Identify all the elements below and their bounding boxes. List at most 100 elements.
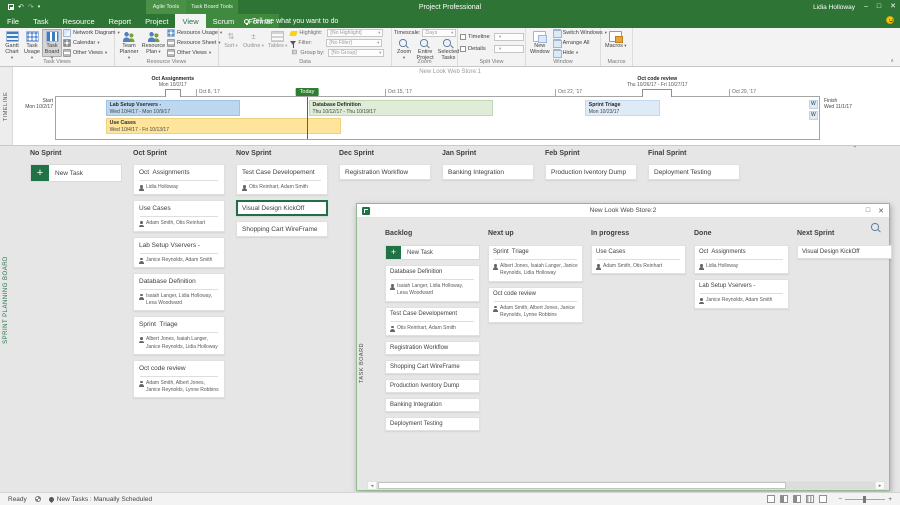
task-card[interactable]: Deployment Testing <box>648 164 740 180</box>
scroll-right-icon[interactable]: ▸ <box>875 482 884 489</box>
resource-plan-button[interactable]: Resource Plan <box>141 29 166 57</box>
task-card[interactable]: Registration Workflow <box>339 164 431 180</box>
timeline-checkbox[interactable] <box>460 34 466 40</box>
task-card[interactable]: Production Iventory Dump <box>545 164 637 180</box>
task-card[interactable]: Registration Workflow <box>385 341 480 355</box>
task-card[interactable]: Database DefinitionIsaiah Langer, Lidia … <box>133 273 225 312</box>
minimize-button[interactable]: – <box>864 0 868 14</box>
task-card[interactable]: Banking Integration <box>442 164 534 180</box>
timescale-select[interactable]: Days <box>422 29 456 37</box>
ribbon-group-body: TimelineDetails <box>458 28 525 58</box>
timeline-milestone[interactable]: Oct code reviewThu 10/26/17 - Fri 10/27/… <box>627 76 688 88</box>
tab-resource[interactable]: Resource <box>56 14 102 28</box>
gantt-chart-button[interactable]: Gantt Chart <box>2 29 22 57</box>
undo-icon[interactable]: ↶ <box>18 3 24 11</box>
new-task-button[interactable]: +New Task <box>385 245 480 260</box>
macros-button[interactable]: Macros <box>603 29 629 57</box>
task-card[interactable]: Banking Integration <box>385 398 480 412</box>
task-card[interactable]: Visual Design KickOff <box>797 245 892 259</box>
horizontal-scrollbar[interactable]: ◂ ▸ <box>367 481 885 490</box>
scrollbar-thumb[interactable] <box>378 482 786 489</box>
task-board-button[interactable]: Task Board <box>42 29 62 57</box>
view-sheet-icon[interactable] <box>806 495 814 503</box>
team-planner-button[interactable]: Team Planner <box>117 29 141 57</box>
filter-select[interactable]: [No Filter] <box>326 39 382 47</box>
task-card[interactable]: Lab Setup Vservers -Janice Reynolds, Ada… <box>133 237 225 268</box>
accessibility-icon[interactable] <box>35 496 41 502</box>
feedback-smiley-icon[interactable] <box>886 16 894 24</box>
task-usage-button[interactable]: Task Usage <box>22 29 42 57</box>
task-card[interactable]: Shopping Cart WireFrame <box>385 360 480 374</box>
tab-file[interactable]: File <box>0 14 26 28</box>
view-task-usage-icon[interactable] <box>780 495 788 503</box>
timeline-band[interactable]: Oct 8, '17Oct 15, '17Oct 22, '17Oct 29, … <box>55 96 820 140</box>
network-diagram-button[interactable]: Network Diagram <box>63 29 120 38</box>
zoom-in-icon[interactable]: + <box>888 496 892 503</box>
task-card[interactable]: Oct code reviewAdam Smith, Albert Jones,… <box>133 360 225 399</box>
switch-windows-button[interactable]: Switch Windows <box>553 29 607 38</box>
new-tasks-mode[interactable]: New Tasks : Manually Scheduled <box>49 496 152 503</box>
zoom-slider[interactable] <box>845 499 885 500</box>
group-by-select[interactable]: [No Group] <box>328 49 384 57</box>
scrollbar-track[interactable] <box>377 482 875 489</box>
timeline-bar-lab-setup-vservers[interactable]: Lab Setup Vservers -Wed 10/4/17 - Mon 10… <box>106 100 240 116</box>
timeline-bar-database-definition[interactable]: Database DefinitionThu 10/12/17 - Thu 10… <box>309 100 494 116</box>
overlay-close-button[interactable]: ✕ <box>878 207 884 215</box>
details-select[interactable] <box>494 45 524 53</box>
sort-button[interactable]: ⇅Sort <box>221 29 241 57</box>
redo-icon[interactable]: ↷ <box>28 3 34 11</box>
tell-me-box[interactable]: Tell me what you want to do <box>236 14 346 28</box>
task-card[interactable]: Visual Design KickOff <box>236 200 328 216</box>
overlay-maximize-button[interactable]: □ <box>866 207 870 215</box>
save-icon[interactable] <box>8 4 14 10</box>
view-gantt-icon[interactable] <box>767 495 775 503</box>
outline-button[interactable]: ±Outline <box>241 29 266 57</box>
tab-task[interactable]: Task <box>26 14 55 28</box>
tab-view[interactable]: View <box>175 14 205 28</box>
new-window-button[interactable]: New Window <box>528 29 552 57</box>
maximize-button[interactable]: □ <box>877 0 881 14</box>
task-card[interactable]: Use CasesAdam Smith, Otis Reinhart <box>591 245 686 274</box>
collapse-ribbon-icon[interactable]: ∧ <box>890 58 894 64</box>
task-card[interactable]: Use CasesAdam Smith, Otis Reinhart <box>133 200 225 231</box>
task-card[interactable]: Deployment Testing <box>385 417 480 431</box>
tables-button[interactable]: Tables <box>266 29 289 57</box>
task-card[interactable]: Shopping Cart WireFrame <box>236 221 328 237</box>
task-card[interactable]: Lab Setup Vservers -Janice Reynolds, Ada… <box>694 279 789 308</box>
highlight-select[interactable]: [No Highlight] <box>327 29 383 37</box>
close-button[interactable]: ✕ <box>890 0 896 14</box>
timeline-milestone[interactable]: Oct AssignmentsMon 10/2/17 <box>151 76 193 88</box>
other-views-button[interactable]: Other Views <box>167 48 222 57</box>
task-card[interactable]: Oct AssignmentsLidia Holloway <box>694 245 789 274</box>
task-card[interactable]: Oct code reviewAdam Smith, Albert Jones,… <box>488 287 583 324</box>
scroll-left-icon[interactable]: ◂ <box>368 482 377 489</box>
task-card-assignees: Lidia Holloway <box>699 263 784 270</box>
timeline-bar-sprint-triage[interactable]: Sprint TriageMon 10/23/17 <box>585 100 660 116</box>
arrange-all-icon <box>553 39 561 47</box>
zoom-slider-thumb[interactable] <box>863 496 866 503</box>
resource-usage-button[interactable]: Resource Usage <box>167 29 222 38</box>
view-board-icon[interactable] <box>819 495 827 503</box>
calendar-button[interactable]: Calendar <box>63 39 120 48</box>
qat-customize-icon[interactable]: ▾ <box>38 4 41 10</box>
task-card[interactable]: Database DefinitionIsaiah Langer, Lidia … <box>385 265 480 302</box>
task-board-window-titlebar[interactable]: New Look Web Store:2 □ ✕ <box>357 204 889 218</box>
timeline-select[interactable] <box>494 33 524 41</box>
task-card[interactable]: Sprint TriageAlbert Jones, Isaiah Langer… <box>133 316 225 355</box>
timeline-bar-use-cases[interactable]: Use CasesWed 10/4/17 - Fri 10/13/17 <box>106 118 341 134</box>
view-team-planner-icon[interactable] <box>793 495 801 503</box>
zoom-out-icon[interactable]: − <box>838 496 842 503</box>
tab-project[interactable]: Project <box>138 14 175 28</box>
task-card[interactable]: Test Case DevelopementOtis Reinhart, Ada… <box>236 164 328 195</box>
arrange-all-button[interactable]: Arrange All <box>553 39 607 48</box>
task-card[interactable]: Sprint TriageAlbert Jones, Isaiah Langer… <box>488 245 583 282</box>
resource-sheet-button[interactable]: Resource Sheet <box>167 39 222 48</box>
other-views-button[interactable]: Other Views <box>63 48 120 57</box>
task-card[interactable]: Test Case DevelopementOtis Reinhart, Ada… <box>385 307 480 336</box>
task-card[interactable]: Production Iventory Dump <box>385 379 480 393</box>
task-card[interactable]: Oct AssignmentsLidia Holloway <box>133 164 225 195</box>
tab-report[interactable]: Report <box>102 14 139 28</box>
details-checkbox[interactable] <box>460 46 466 52</box>
hide-button[interactable]: Hide <box>553 48 607 57</box>
new-task-button[interactable]: +New Task <box>30 164 122 182</box>
